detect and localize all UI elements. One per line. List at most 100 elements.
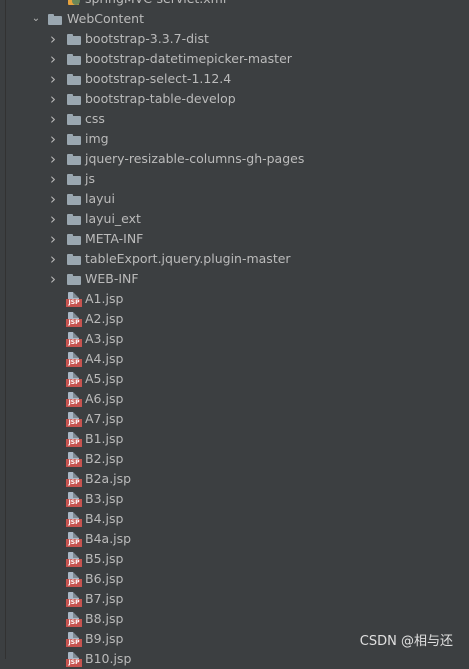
jsp-tag: JSP — [66, 419, 82, 427]
tree-row-jsp-file[interactable]: JSPB1.jsp — [0, 429, 469, 449]
tree-row-jsp-file[interactable]: JSPA6.jsp — [0, 389, 469, 409]
folder-icon — [67, 94, 81, 105]
chevron-right-icon[interactable]: › — [47, 269, 59, 289]
tree-row-jsp-file[interactable]: JSPA3.jsp — [0, 329, 469, 349]
jsp-tag: JSP — [66, 439, 82, 447]
folder-icon — [67, 174, 81, 185]
tree-row-jsp-file[interactable]: JSPB5.jsp — [0, 549, 469, 569]
file-label: B4a.jsp — [85, 529, 131, 549]
tree-row-folder[interactable]: ›bootstrap-select-1.12.4 — [0, 69, 469, 89]
jsp-tag: JSP — [66, 599, 82, 607]
jsp-file-icon: JSP — [66, 552, 82, 567]
file-label: A2.jsp — [85, 309, 123, 329]
tree-row-folder[interactable]: › bootstrap-datetimepicker-master — [0, 49, 469, 69]
tree-row-folder[interactable]: › layui_ext — [0, 209, 469, 229]
tree-row-jsp-file[interactable]: JSPB4a.jsp — [0, 529, 469, 549]
jsp-file-icon: JSP — [66, 512, 82, 527]
folder-label: META-INF — [85, 229, 143, 249]
jsp-file-icon: JSP — [66, 472, 82, 487]
chevron-right-icon[interactable]: › — [47, 109, 59, 129]
jsp-tag: JSP — [66, 539, 82, 547]
file-label: B8.jsp — [85, 609, 123, 629]
folder-icon — [67, 234, 81, 245]
tree-row-jsp-file[interactable]: JSPB2.jsp — [0, 449, 469, 469]
folder-label: js — [85, 169, 95, 189]
tree-row-folder[interactable]: › js — [0, 169, 469, 189]
jsp-tag: JSP — [66, 639, 82, 647]
tree-row-jsp-file[interactable]: JSPA4.jsp — [0, 349, 469, 369]
file-label: A5.jsp — [85, 369, 123, 389]
file-label: A7.jsp — [85, 409, 123, 429]
tree-row-folder[interactable]: ›bootstrap-table-develop — [0, 89, 469, 109]
jsp-tag: JSP — [66, 499, 82, 507]
folder-label: layui_ext — [85, 209, 141, 229]
tree-row-folder[interactable]: › META-INF — [0, 229, 469, 249]
tree-row-folder[interactable]: › img — [0, 129, 469, 149]
folder-label: bootstrap-datetimepicker-master — [85, 49, 292, 69]
folder-icon — [67, 194, 81, 205]
jsp-tag: JSP — [66, 399, 82, 407]
folder-icon — [67, 54, 81, 65]
chevron-right-icon[interactable]: › — [47, 189, 59, 209]
chevron-right-icon[interactable]: › — [47, 149, 59, 169]
jsp-tag: JSP — [66, 519, 82, 527]
jsp-file-icon: JSP — [66, 352, 82, 367]
jsp-tag: JSP — [66, 559, 82, 567]
chevron-right-icon[interactable]: › — [47, 69, 59, 89]
jsp-file-icon: JSP — [66, 432, 82, 447]
jsp-tag: JSP — [66, 379, 82, 387]
jsp-file-icon: JSP — [66, 312, 82, 327]
tree-row-folder[interactable]: ›layui — [0, 189, 469, 209]
chevron-right-icon[interactable]: › — [47, 49, 59, 69]
chevron-right-icon[interactable]: › — [47, 89, 59, 109]
jsp-file-icon: JSP — [66, 632, 82, 647]
chevron-right-icon[interactable]: › — [47, 229, 59, 249]
tree-row-webcontent[interactable]: ⌄ WebContent — [0, 9, 469, 29]
jsp-tag: JSP — [66, 299, 82, 307]
tree-row-jsp-file[interactable]: JSPA7.jsp — [0, 409, 469, 429]
folder-icon — [67, 114, 81, 125]
chevron-down-icon[interactable]: ⌄ — [30, 9, 42, 29]
tree-row-jsp-file[interactable]: JSPA5.jsp — [0, 369, 469, 389]
folder-icon — [67, 214, 81, 225]
jsp-file-icon: JSP — [66, 492, 82, 507]
file-label: A6.jsp — [85, 389, 123, 409]
tree-row-folder[interactable]: ›css — [0, 109, 469, 129]
file-label: B2.jsp — [85, 449, 123, 469]
tree-row-jsp-file[interactable]: JSPA1.jsp — [0, 289, 469, 309]
tree-row-folder[interactable]: ›bootstrap-3.3.7-dist — [0, 29, 469, 49]
xml-file-icon — [66, 0, 82, 7]
jsp-file-icon: JSP — [66, 592, 82, 607]
chevron-right-icon[interactable]: › — [47, 29, 59, 49]
file-label: A1.jsp — [85, 289, 123, 309]
folder-icon — [67, 134, 81, 145]
tree-row-jsp-file[interactable]: JSPB3.jsp — [0, 489, 469, 509]
tree-row-jsp-file[interactable]: JSPB6.jsp — [0, 569, 469, 589]
jsp-tag: JSP — [66, 359, 82, 367]
tree-row-jsp-file[interactable]: JSPB8.jsp — [0, 609, 469, 629]
chevron-right-icon[interactable]: › — [47, 209, 59, 229]
chevron-right-icon[interactable]: › — [47, 129, 59, 149]
chevron-right-icon[interactable]: › — [47, 249, 59, 269]
jsp-file-icon: JSP — [66, 332, 82, 347]
chevron-right-icon[interactable]: › — [47, 169, 59, 189]
tree-row-folder[interactable]: ›WEB-INF — [0, 269, 469, 289]
tree-row-jsp-file[interactable]: JSPA2.jsp — [0, 309, 469, 329]
tree-row-xml-file[interactable]: springMVC-servlet.xml — [0, 0, 469, 9]
tree-row-jsp-file[interactable]: JSPB2a.jsp — [0, 469, 469, 489]
folder-icon — [48, 14, 62, 25]
folder-label: jquery-resizable-columns-gh-pages — [85, 149, 304, 169]
tree-row-jsp-file[interactable]: JSPB10.jsp — [0, 649, 469, 669]
tree-row-jsp-file[interactable]: JSPB7.jsp — [0, 589, 469, 609]
folder-label: img — [85, 129, 109, 149]
jsp-file-icon: JSP — [66, 292, 82, 307]
tree-row-folder[interactable]: › jquery-resizable-columns-gh-pages — [0, 149, 469, 169]
jsp-tag: JSP — [66, 339, 82, 347]
jsp-tag: JSP — [66, 319, 82, 327]
file-label: B9.jsp — [85, 629, 123, 649]
file-label: B4.jsp — [85, 509, 123, 529]
file-label: B5.jsp — [85, 549, 123, 569]
tree-row-jsp-file[interactable]: JSPB4.jsp — [0, 509, 469, 529]
tree-row-folder[interactable]: ›tableExport.jquery.plugin-master — [0, 249, 469, 269]
folder-label-webcontent: WebContent — [67, 9, 144, 29]
